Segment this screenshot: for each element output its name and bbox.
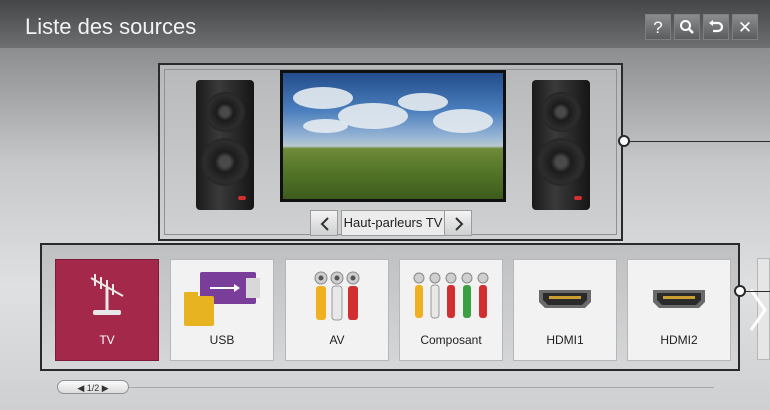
component-rca-icon xyxy=(413,272,489,319)
source-label-hdmi2: HDMI2 xyxy=(660,333,698,347)
source-tile-av[interactable]: AV xyxy=(285,259,389,361)
speaker-output-label: Haut-parleurs TV xyxy=(341,210,445,236)
right-speaker-image xyxy=(532,80,590,210)
source-label-tv: TV xyxy=(99,333,115,347)
back-icon xyxy=(709,20,724,33)
close-button[interactable]: ✕ xyxy=(732,14,758,40)
source-label-av: AV xyxy=(329,333,345,347)
tweeter-cone xyxy=(205,92,245,132)
speaker-led xyxy=(238,196,246,200)
help-button-label: ? xyxy=(653,18,663,37)
tweeter-cone xyxy=(541,92,581,132)
page-scroll-track xyxy=(129,387,714,388)
source-tile-usb[interactable]: USB xyxy=(170,259,274,361)
source-label-usb: USB xyxy=(209,333,235,347)
search-icon xyxy=(680,20,694,34)
chevron-left-icon xyxy=(320,217,329,231)
callout-dot-top xyxy=(618,135,630,147)
page-title: Liste des sources xyxy=(25,14,197,39)
page-indicator[interactable]: ◀ 1/2 ▶ xyxy=(57,380,129,394)
search-button[interactable] xyxy=(674,14,700,40)
source-label-hdmi1: HDMI1 xyxy=(546,333,584,347)
tv-preview-screen xyxy=(280,70,506,202)
next-speaker-button[interactable] xyxy=(444,210,472,236)
source-label-composant: Composant xyxy=(420,333,482,347)
callout-line-bottom xyxy=(744,291,770,292)
hdmi-port-icon xyxy=(539,290,591,308)
back-button[interactable] xyxy=(703,14,729,40)
prev-speaker-button[interactable] xyxy=(310,210,338,236)
woofer-cone xyxy=(201,138,249,186)
speaker-led xyxy=(574,196,582,200)
antenna-icon xyxy=(90,274,124,315)
source-list-panel: TV USB AV Composant HDMI1 HDMI2 xyxy=(40,243,740,371)
source-tile-composant[interactable]: Composant xyxy=(399,259,503,361)
av-rca-icon xyxy=(314,271,360,321)
chevron-right-icon[interactable] xyxy=(749,288,767,332)
source-tile-hdmi2[interactable]: HDMI2 xyxy=(627,259,731,361)
help-button[interactable]: ? xyxy=(645,14,671,40)
callout-dot-bottom xyxy=(734,285,746,297)
callout-line-top xyxy=(628,141,770,142)
usb-folder-icon xyxy=(184,272,260,326)
landscape-image xyxy=(283,73,503,199)
source-tile-tv[interactable]: TV xyxy=(55,259,159,361)
source-tile-hdmi1[interactable]: HDMI1 xyxy=(513,259,617,361)
close-icon: ✕ xyxy=(737,18,753,37)
woofer-cone xyxy=(537,138,585,186)
chevron-right-icon xyxy=(455,217,464,231)
hdmi-port-icon xyxy=(653,290,705,308)
left-speaker-image xyxy=(196,80,254,210)
